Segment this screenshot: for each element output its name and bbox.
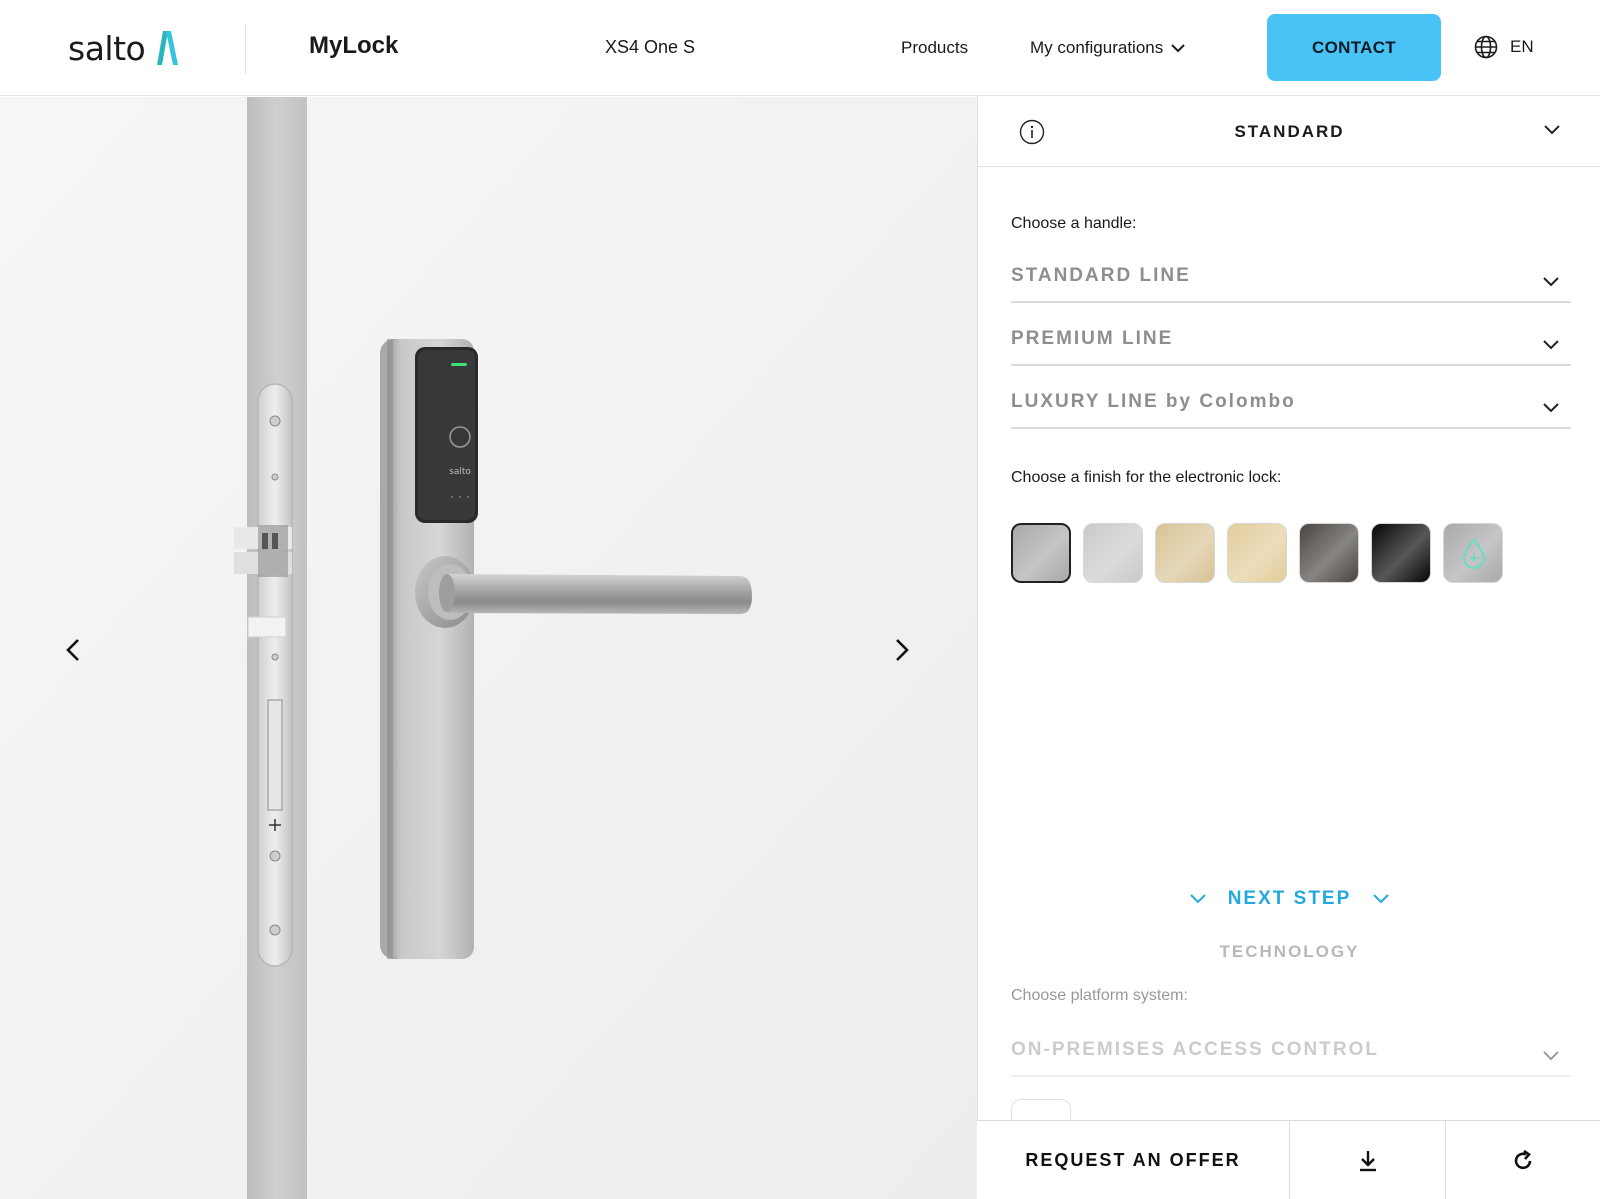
dropdown-label: STANDARD LINE (1011, 265, 1191, 286)
chevron-down-icon (1171, 43, 1185, 52)
section-header[interactable]: STANDARD (978, 97, 1600, 167)
next-section-title: TECHNOLOGY (1219, 942, 1360, 961)
nav-my-configurations[interactable]: My configurations (1030, 38, 1185, 58)
header-divider (245, 24, 246, 74)
satin-brass-swatch[interactable] (1155, 523, 1215, 583)
chevron-down-icon (1543, 277, 1559, 287)
polished-brass-swatch[interactable] (1227, 523, 1287, 583)
previous-image-button[interactable] (53, 630, 93, 670)
antibacterial-swatch[interactable] (1443, 523, 1503, 583)
app-brand[interactable]: MyLock (309, 32, 398, 60)
download-button[interactable] (1290, 1121, 1445, 1199)
product-viewer: salto (0, 97, 977, 1199)
handle-label: Choose a handle: (1011, 215, 1137, 232)
reset-button[interactable] (1445, 1121, 1600, 1199)
reader-brand-text: salto (449, 467, 471, 477)
dropdown-label: LUXURY LINE by Colombo (1011, 391, 1296, 412)
next-step-button[interactable]: NEXT STEP (978, 888, 1600, 910)
finish-label: Choose a finish for the electronic lock: (1011, 469, 1282, 486)
chevron-down-icon (1543, 340, 1559, 350)
finish-swatches (1011, 523, 1503, 583)
salto-mark-icon (157, 31, 179, 65)
chevron-down-icon (1543, 403, 1559, 413)
nav-my-configurations-label: My configurations (1030, 38, 1164, 57)
chevron-down-icon (1373, 894, 1389, 904)
platform-dropdown[interactable]: ON-PREMISES ACCESS CONTROL (1011, 1031, 1571, 1077)
salto-logo[interactable]: salto (68, 28, 179, 68)
chevron-down-icon (1543, 1051, 1559, 1061)
product-model: XS4 One S (605, 37, 696, 57)
globe-icon (1474, 35, 1498, 59)
handle-standard-line-dropdown[interactable]: STANDARD LINE (1011, 257, 1571, 303)
water-drop-icon (1463, 538, 1485, 569)
chevron-right-icon (896, 639, 909, 661)
request-offer-button[interactable]: REQUEST AN OFFER (977, 1121, 1290, 1199)
dropdown-label: PREMIUM LINE (1011, 328, 1174, 349)
lock-product-image: salto (0, 97, 977, 1199)
refresh-icon (1514, 1149, 1532, 1169)
satin-chrome-swatch[interactable] (1011, 523, 1071, 583)
contact-button[interactable]: CONTACT (1267, 14, 1441, 81)
chevron-down-icon[interactable] (1544, 125, 1560, 135)
handle-luxury-line-dropdown[interactable]: LUXURY LINE by Colombo (1011, 383, 1571, 429)
action-bar: REQUEST AN OFFER (977, 1120, 1600, 1199)
polished-chrome-swatch[interactable] (1083, 523, 1143, 583)
top-header: salto MyLock XS4 One S Products My confi… (0, 0, 1600, 96)
language-selector[interactable]: EN (1474, 35, 1534, 59)
configuration-panel: STANDARD Choose a handle: STANDARD LINE … (977, 97, 1600, 1199)
handle-premium-line-dropdown[interactable]: PREMIUM LINE (1011, 320, 1571, 366)
download-icon (1359, 1150, 1376, 1171)
platform-label: Choose platform system: (1011, 987, 1188, 1004)
nav-products-link[interactable]: Products (901, 38, 968, 58)
next-image-button[interactable] (882, 630, 922, 670)
language-code: EN (1510, 37, 1534, 56)
dropdown-label: ON-PREMISES ACCESS CONTROL (1011, 1039, 1379, 1060)
logo-text: salto (68, 28, 146, 68)
section-title: STANDARD (1234, 122, 1345, 141)
next-step-label: NEXT STEP (1227, 888, 1352, 909)
chevron-down-icon (1189, 894, 1206, 904)
chevron-left-icon (66, 639, 79, 661)
dark-bronze-swatch[interactable] (1299, 523, 1359, 583)
black-swatch[interactable] (1371, 523, 1431, 583)
